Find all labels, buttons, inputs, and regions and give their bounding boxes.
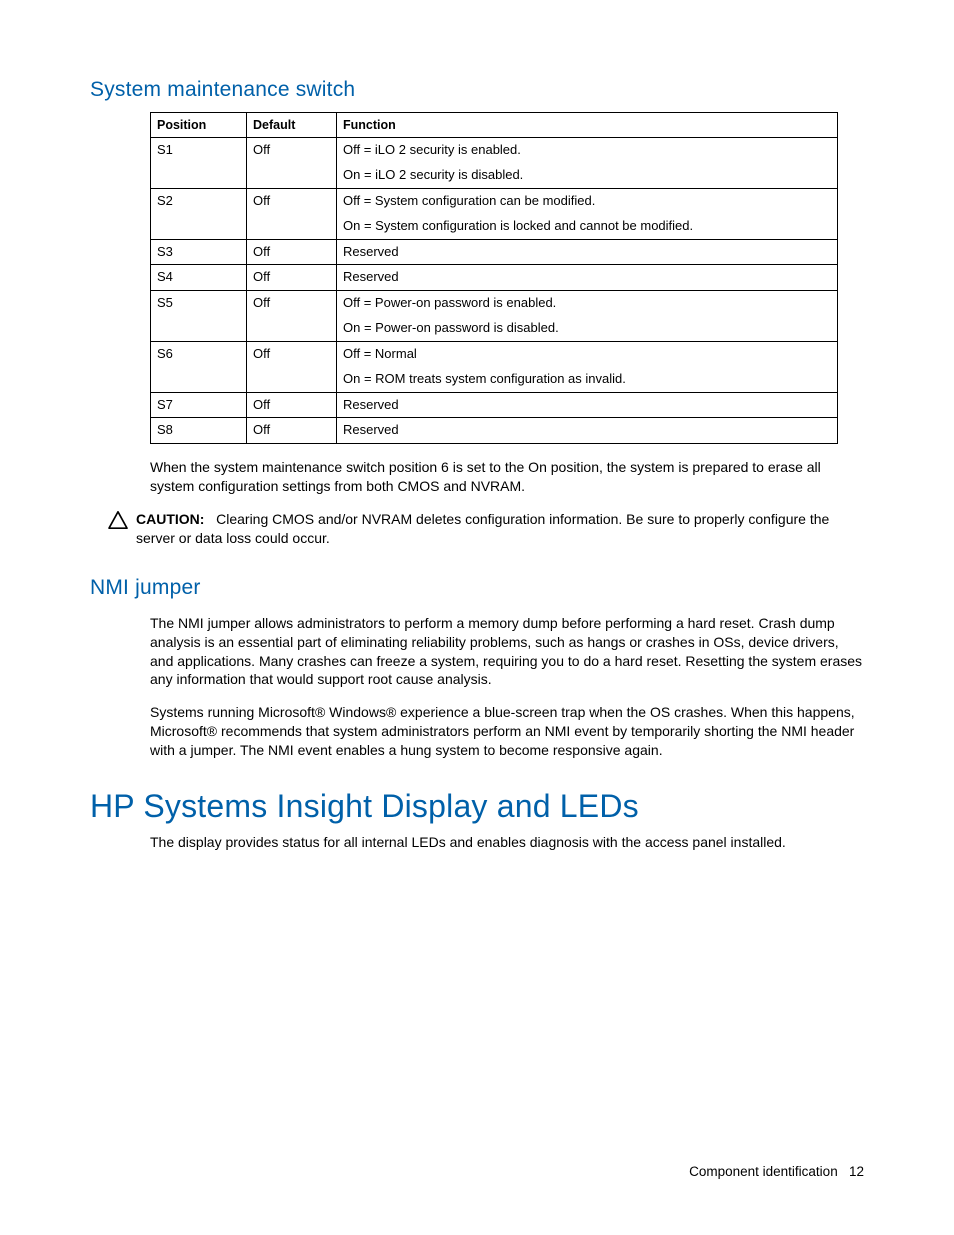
nmi-paragraph-1: The NMI jumper allows administrators to …	[150, 614, 864, 690]
cell-function: Off = System configuration can be modifi…	[337, 188, 838, 239]
cell-function: Reserved	[337, 265, 838, 291]
function-line: Reserved	[343, 396, 831, 415]
cell-position: S8	[151, 418, 247, 444]
cell-default: Off	[247, 392, 337, 418]
table-row: S7 Off Reserved	[151, 392, 838, 418]
caution-label: CAUTION:	[136, 511, 204, 527]
function-line: Reserved	[343, 421, 831, 440]
table-row: S8 Off Reserved	[151, 418, 838, 444]
system-maintenance-switch-table: Position Default Function S1 Off Off = i…	[150, 112, 838, 444]
heading-nmi-jumper: NMI jumper	[90, 576, 864, 600]
page-footer: Component identification 12	[689, 1164, 864, 1179]
cell-function: Off = Power-on password is enabled. On =…	[337, 291, 838, 342]
footer-section: Component identification	[689, 1164, 838, 1179]
table-header-position: Position	[151, 113, 247, 138]
function-line: On = ROM treats system configuration as …	[343, 370, 831, 389]
function-line: Off = System configuration can be modifi…	[343, 192, 831, 211]
cell-function: Off = iLO 2 security is enabled. On = iL…	[337, 138, 838, 189]
cell-default: Off	[247, 138, 337, 189]
cell-position: S6	[151, 341, 247, 392]
heading-system-maintenance-switch: System maintenance switch	[90, 78, 864, 102]
nmi-paragraph-2: Systems running Microsoft® Windows® expe…	[150, 703, 864, 760]
cell-default: Off	[247, 188, 337, 239]
cell-position: S1	[151, 138, 247, 189]
table-header-function: Function	[337, 113, 838, 138]
footer-page-number: 12	[849, 1164, 864, 1179]
heading-hp-systems-insight: HP Systems Insight Display and LEDs	[90, 788, 864, 825]
table-row: S3 Off Reserved	[151, 239, 838, 265]
insight-paragraph: The display provides status for all inte…	[150, 833, 864, 852]
function-line: On = System configuration is locked and …	[343, 217, 831, 236]
cell-default: Off	[247, 341, 337, 392]
cell-function: Reserved	[337, 239, 838, 265]
sys-maint-note: When the system maintenance switch posit…	[150, 458, 864, 496]
table-row: S2 Off Off = System configuration can be…	[151, 188, 838, 239]
cell-default: Off	[247, 265, 337, 291]
cell-position: S4	[151, 265, 247, 291]
table-row: S1 Off Off = iLO 2 security is enabled. …	[151, 138, 838, 189]
table-header-default: Default	[247, 113, 337, 138]
cell-position: S2	[151, 188, 247, 239]
cell-default: Off	[247, 418, 337, 444]
function-line: On = iLO 2 security is disabled.	[343, 166, 831, 185]
cell-position: S7	[151, 392, 247, 418]
cell-function: Reserved	[337, 418, 838, 444]
table-row: S6 Off Off = Normal On = ROM treats syst…	[151, 341, 838, 392]
cell-function: Reserved	[337, 392, 838, 418]
function-line: Off = Normal	[343, 345, 831, 364]
cell-default: Off	[247, 239, 337, 265]
caution-block: CAUTION: Clearing CMOS and/or NVRAM dele…	[108, 510, 864, 548]
table-row: S4 Off Reserved	[151, 265, 838, 291]
cell-position: S3	[151, 239, 247, 265]
function-line: Off = iLO 2 security is enabled.	[343, 141, 831, 160]
cell-function: Off = Normal On = ROM treats system conf…	[337, 341, 838, 392]
function-line: Reserved	[343, 243, 831, 262]
caution-text: Clearing CMOS and/or NVRAM deletes confi…	[136, 511, 829, 546]
cell-position: S5	[151, 291, 247, 342]
caution-icon	[108, 511, 128, 529]
table-row: S5 Off Off = Power-on password is enable…	[151, 291, 838, 342]
function-line: Reserved	[343, 268, 831, 287]
function-line: On = Power-on password is disabled.	[343, 319, 831, 338]
function-line: Off = Power-on password is enabled.	[343, 294, 831, 313]
cell-default: Off	[247, 291, 337, 342]
